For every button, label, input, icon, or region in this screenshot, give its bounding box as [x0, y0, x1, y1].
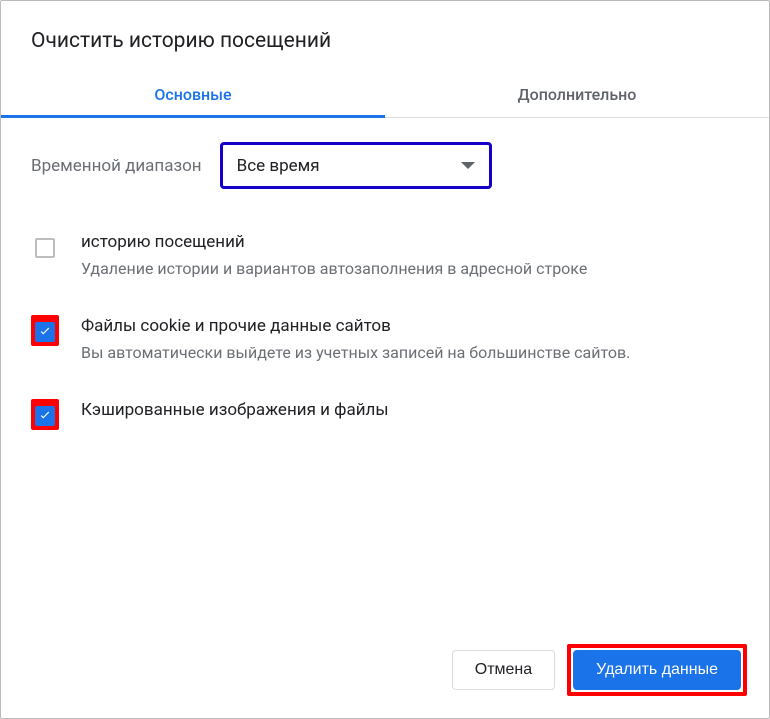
tabs: Основные Дополнительно [1, 71, 769, 118]
option-text: историю посещений Удаление истории и вар… [81, 231, 739, 281]
timerange-row: Временной диапазон Все время [1, 118, 769, 213]
timerange-value: Все время [237, 156, 461, 176]
timerange-select[interactable]: Все время [220, 142, 492, 189]
option-description: Вы автоматически выйдете из учетных запи… [81, 341, 739, 365]
checkbox-cookies[interactable] [35, 322, 55, 342]
option-cached: Кэшированные изображения и файлы [31, 385, 739, 450]
check-icon [38, 409, 52, 423]
tab-advanced[interactable]: Дополнительно [385, 71, 769, 117]
timerange-label: Временной диапазон [31, 156, 202, 176]
option-browsing-history: историю посещений Удаление истории и вар… [31, 217, 739, 301]
check-icon [38, 325, 52, 339]
tab-basic[interactable]: Основные [1, 71, 385, 117]
clear-data-button[interactable]: Удалить данные [573, 650, 741, 690]
checkbox-browsing-history[interactable] [35, 238, 55, 258]
cancel-button[interactable]: Отмена [452, 650, 555, 690]
dialog-title: Очистить историю посещений [1, 1, 769, 71]
option-description: Удаление истории и вариантов автозаполне… [81, 257, 739, 281]
option-title: Файлы cookie и прочие данные сайтов [81, 315, 739, 339]
option-text: Кэшированные изображения и файлы [81, 399, 739, 423]
options-list: историю посещений Удаление истории и вар… [1, 213, 769, 460]
clear-browsing-data-dialog: Очистить историю посещений Основные Допо… [0, 0, 770, 719]
option-title: историю посещений [81, 231, 739, 255]
dialog-footer: Отмена Удалить данные [1, 644, 769, 718]
option-title: Кэшированные изображения и файлы [81, 399, 739, 423]
checkbox-wrap [31, 231, 59, 262]
confirm-highlight: Удалить данные [567, 644, 747, 696]
caret-down-icon [461, 162, 475, 169]
option-text: Файлы cookie и прочие данные сайтов Вы а… [81, 315, 739, 365]
checkbox-cached[interactable] [35, 406, 55, 426]
option-cookies: Файлы cookie и прочие данные сайтов Вы а… [31, 301, 739, 385]
checkbox-wrap-highlighted [31, 399, 59, 430]
checkbox-wrap-highlighted [31, 315, 59, 346]
